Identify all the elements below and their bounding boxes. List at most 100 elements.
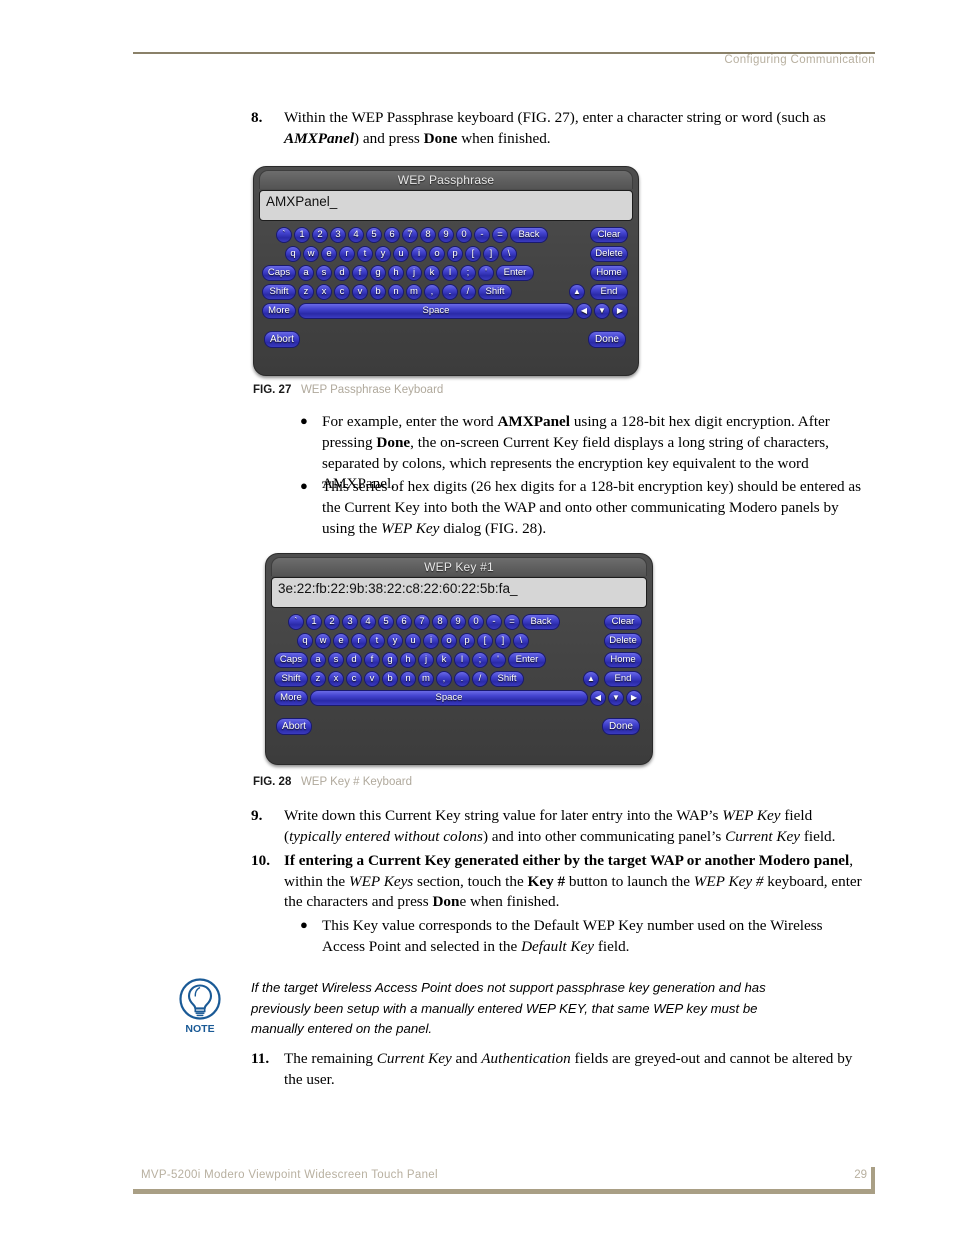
key-minus[interactable]: - (486, 613, 502, 630)
key-c[interactable]: c (346, 670, 362, 687)
key-7[interactable]: 7 (414, 613, 430, 630)
key-f[interactable]: f (364, 651, 380, 668)
key-delete[interactable]: Delete (604, 632, 642, 649)
key-delete[interactable]: Delete (590, 245, 628, 262)
key-backtick[interactable]: ` (288, 613, 304, 630)
key-w[interactable]: w (315, 632, 331, 649)
key-5[interactable]: 5 (366, 226, 382, 243)
arrow-up-icon[interactable]: ▲ (583, 670, 599, 687)
key-j[interactable]: j (418, 651, 434, 668)
key-6[interactable]: 6 (396, 613, 412, 630)
key-y[interactable]: y (387, 632, 403, 649)
key-l[interactable]: l (454, 651, 470, 668)
key-k[interactable]: k (424, 264, 440, 281)
key-more[interactable]: More (274, 689, 308, 706)
key-slash[interactable]: / (460, 283, 476, 300)
key-shift-right[interactable]: Shift (478, 283, 512, 300)
key-0[interactable]: 0 (456, 226, 472, 243)
key-d[interactable]: d (346, 651, 362, 668)
key-o[interactable]: o (441, 632, 457, 649)
key-6[interactable]: 6 (384, 226, 400, 243)
key-1[interactable]: 1 (306, 613, 322, 630)
key-z[interactable]: z (310, 670, 326, 687)
abort-button[interactable]: Abort (276, 718, 312, 735)
key-t[interactable]: t (369, 632, 385, 649)
key-home[interactable]: Home (604, 651, 642, 668)
key-s[interactable]: s (316, 264, 332, 281)
key-8[interactable]: 8 (432, 613, 448, 630)
key-enter[interactable]: Enter (496, 264, 534, 281)
arrow-down-icon[interactable]: ▼ (594, 302, 610, 319)
key-q[interactable]: q (297, 632, 313, 649)
key-n[interactable]: n (388, 283, 404, 300)
key-bracket-left[interactable]: [ (465, 245, 481, 262)
key-v[interactable]: v (364, 670, 380, 687)
key-l[interactable]: l (442, 264, 458, 281)
key-u[interactable]: u (405, 632, 421, 649)
key-back[interactable]: Back (510, 226, 548, 243)
key-5[interactable]: 5 (378, 613, 394, 630)
key-backslash[interactable]: \ (501, 245, 517, 262)
key-p[interactable]: p (447, 245, 463, 262)
key-9[interactable]: 9 (438, 226, 454, 243)
arrow-left-icon[interactable]: ◀ (576, 302, 592, 319)
key-a[interactable]: a (310, 651, 326, 668)
key-z[interactable]: z (298, 283, 314, 300)
key-caps[interactable]: Caps (262, 264, 296, 281)
key-equals[interactable]: = (492, 226, 508, 243)
key-t[interactable]: t (357, 245, 373, 262)
arrow-left-icon[interactable]: ◀ (590, 689, 606, 706)
key-h[interactable]: h (400, 651, 416, 668)
key-minus[interactable]: - (474, 226, 490, 243)
key-m[interactable]: m (406, 283, 422, 300)
keyboard1-text-field[interactable]: AMXPanel_ (259, 190, 633, 221)
key-s[interactable]: s (328, 651, 344, 668)
key-period[interactable]: . (454, 670, 470, 687)
key-apostrophe[interactable]: ' (478, 264, 494, 281)
key-space[interactable]: Space (298, 302, 574, 319)
key-shift-right[interactable]: Shift (490, 670, 524, 687)
key-enter[interactable]: Enter (508, 651, 546, 668)
key-k[interactable]: k (436, 651, 452, 668)
arrow-down-icon[interactable]: ▼ (608, 689, 624, 706)
key-slash[interactable]: / (472, 670, 488, 687)
key-shift-left[interactable]: Shift (274, 670, 308, 687)
key-clear[interactable]: Clear (604, 613, 642, 630)
key-end[interactable]: End (590, 283, 628, 300)
key-7[interactable]: 7 (402, 226, 418, 243)
key-comma[interactable]: , (436, 670, 452, 687)
key-v[interactable]: v (352, 283, 368, 300)
key-i[interactable]: i (411, 245, 427, 262)
key-caps[interactable]: Caps (274, 651, 308, 668)
key-j[interactable]: j (406, 264, 422, 281)
key-e[interactable]: e (333, 632, 349, 649)
key-backtick[interactable]: ` (276, 226, 292, 243)
key-4[interactable]: 4 (360, 613, 376, 630)
key-semicolon[interactable]: ; (472, 651, 488, 668)
key-8[interactable]: 8 (420, 226, 436, 243)
key-home[interactable]: Home (590, 264, 628, 281)
key-o[interactable]: o (429, 245, 445, 262)
key-period[interactable]: . (442, 283, 458, 300)
key-w[interactable]: w (303, 245, 319, 262)
key-backslash[interactable]: \ (513, 632, 529, 649)
key-r[interactable]: r (339, 245, 355, 262)
key-y[interactable]: y (375, 245, 391, 262)
key-equals[interactable]: = (504, 613, 520, 630)
key-1[interactable]: 1 (294, 226, 310, 243)
key-space[interactable]: Space (310, 689, 588, 706)
key-h[interactable]: h (388, 264, 404, 281)
key-2[interactable]: 2 (312, 226, 328, 243)
key-m[interactable]: m (418, 670, 434, 687)
abort-button[interactable]: Abort (264, 331, 300, 348)
key-2[interactable]: 2 (324, 613, 340, 630)
key-p[interactable]: p (459, 632, 475, 649)
keyboard2-text-field[interactable]: 3e:22:fb:22:9b:38:22:c8:22:60:22:5b:fa_ (271, 577, 647, 608)
key-x[interactable]: x (316, 283, 332, 300)
arrow-right-icon[interactable]: ▶ (626, 689, 642, 706)
key-3[interactable]: 3 (330, 226, 346, 243)
key-b[interactable]: b (370, 283, 386, 300)
key-f[interactable]: f (352, 264, 368, 281)
key-i[interactable]: i (423, 632, 439, 649)
key-9[interactable]: 9 (450, 613, 466, 630)
